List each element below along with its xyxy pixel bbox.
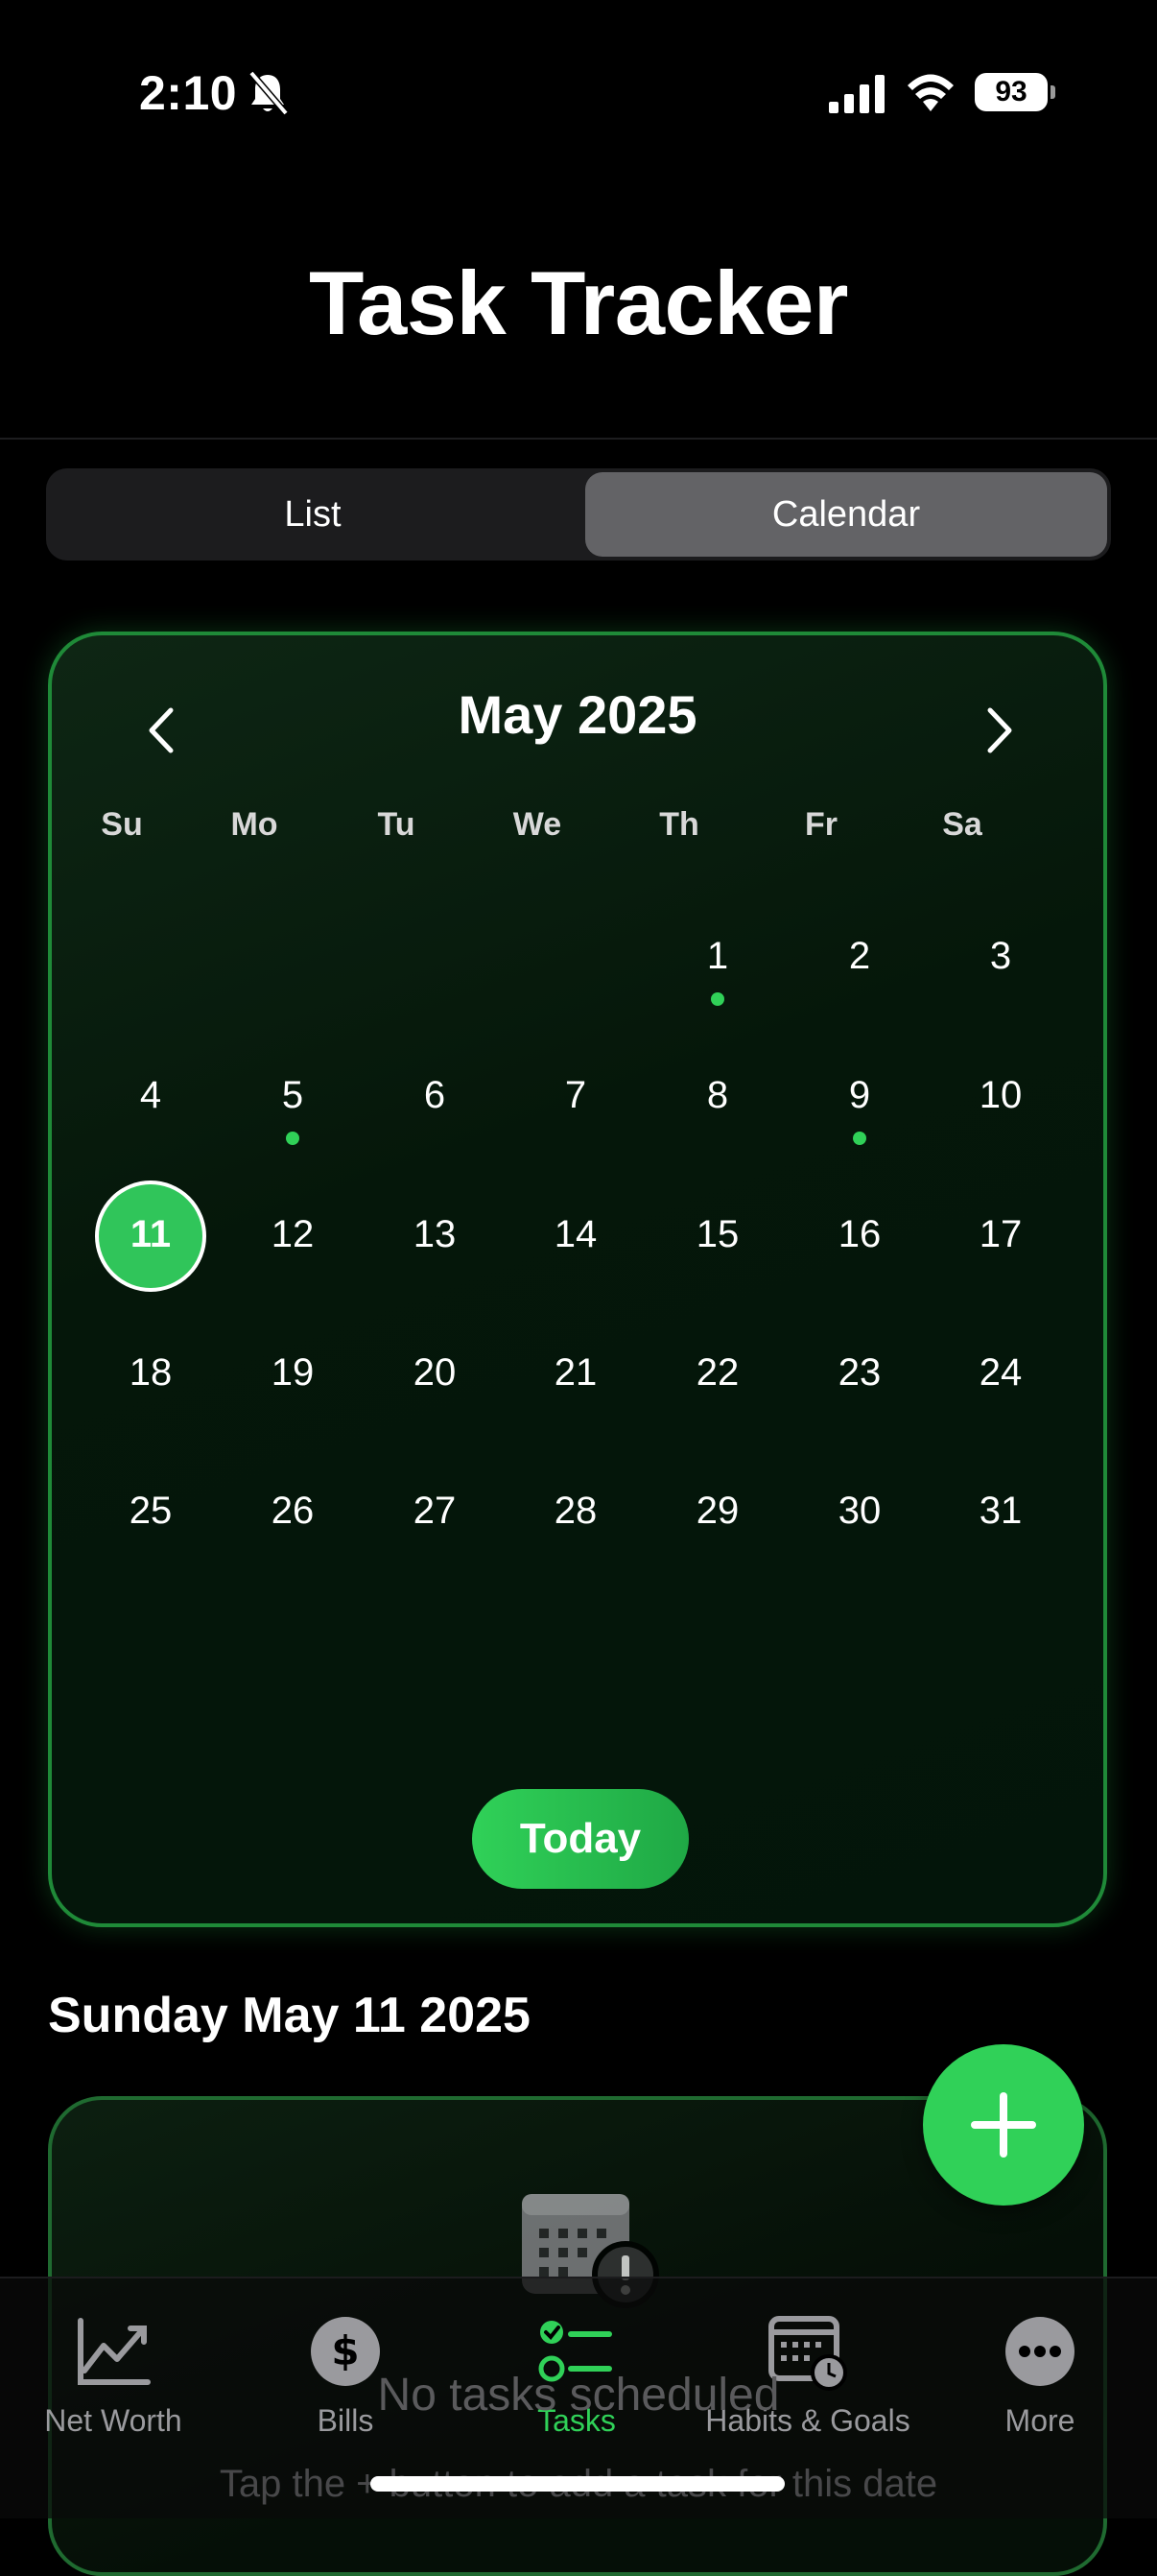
calendar-day[interactable]: 23 bbox=[802, 1351, 917, 1395]
weekday-header: Fr bbox=[805, 806, 838, 843]
calendar-day[interactable]: 5 bbox=[235, 1074, 350, 1117]
calendar-card: May 2025 Su Mo Tu We Th Fr Sa 1 2 3 4 5 6 7 8 9 10 11 12 13… bbox=[48, 632, 1107, 1927]
task-indicator-dot bbox=[711, 992, 724, 1006]
calendar-day[interactable]: 6 bbox=[377, 1074, 492, 1117]
calendar-day[interactable]: 3 bbox=[943, 935, 1058, 978]
calendar-day[interactable]: 18 bbox=[93, 1351, 208, 1395]
battery-level: 93 bbox=[975, 73, 1048, 111]
calendar-view-tab[interactable]: Calendar bbox=[585, 472, 1107, 557]
calendar-day[interactable]: 20 bbox=[377, 1351, 492, 1395]
calendar-day[interactable]: 26 bbox=[235, 1490, 350, 1533]
weekday-header: Su bbox=[101, 806, 143, 843]
calendar-day[interactable]: 24 bbox=[943, 1351, 1058, 1395]
add-task-button[interactable] bbox=[923, 2044, 1084, 2206]
empty-state-title: No tasks scheduled bbox=[377, 2370, 780, 2421]
list-view-tab[interactable]: List bbox=[50, 472, 576, 557]
today-button[interactable]: Today bbox=[472, 1789, 689, 1889]
calendar-day[interactable]: 2 bbox=[802, 935, 917, 978]
cellular-signal-icon bbox=[829, 75, 885, 113]
month-title: May 2025 bbox=[458, 684, 697, 745]
calendar-day[interactable]: 19 bbox=[235, 1351, 350, 1395]
calendar-day[interactable]: 27 bbox=[377, 1490, 492, 1533]
battery-indicator: 93 bbox=[975, 73, 1055, 115]
view-toggle: List Calendar bbox=[46, 468, 1111, 561]
weekday-header: Tu bbox=[377, 806, 415, 843]
calendar-day[interactable]: 16 bbox=[802, 1213, 917, 1256]
page-title: Task Tracker bbox=[309, 252, 848, 353]
svg-text:$: $ bbox=[331, 2327, 359, 2374]
selected-date-heading: Sunday May 11 2025 bbox=[48, 1988, 531, 2043]
status-bar: 2:10 93 bbox=[0, 0, 1157, 192]
home-indicator bbox=[370, 2476, 785, 2492]
calendar-day[interactable]: 25 bbox=[93, 1490, 208, 1533]
bell-slash-icon bbox=[248, 70, 289, 116]
calendar-day[interactable]: 28 bbox=[518, 1490, 633, 1533]
calendar-day[interactable]: 9 bbox=[802, 1074, 917, 1117]
wifi-icon bbox=[908, 74, 954, 111]
task-indicator-dot bbox=[286, 1132, 299, 1145]
calendar-day[interactable]: 21 bbox=[518, 1351, 633, 1395]
calendar-day[interactable]: 31 bbox=[943, 1490, 1058, 1533]
calendar-day[interactable]: 1 bbox=[660, 935, 775, 978]
weekday-header: Sa bbox=[942, 806, 982, 843]
calendar-day[interactable]: 30 bbox=[802, 1490, 917, 1533]
calendar-day[interactable]: 15 bbox=[660, 1213, 775, 1256]
calendar-day[interactable]: 29 bbox=[660, 1490, 775, 1533]
calendar-day[interactable]: 14 bbox=[518, 1213, 633, 1256]
weekday-header: We bbox=[512, 806, 562, 843]
calendar-day[interactable]: 8 bbox=[660, 1074, 775, 1117]
calendar-day[interactable]: 4 bbox=[93, 1074, 208, 1117]
calendar-day[interactable]: 22 bbox=[660, 1351, 775, 1395]
weekday-header: Th bbox=[659, 806, 699, 843]
chevron-right-icon[interactable] bbox=[965, 697, 1032, 764]
calendar-day[interactable]: 7 bbox=[518, 1074, 633, 1117]
calendar-day[interactable]: 11 bbox=[93, 1213, 208, 1256]
header-divider bbox=[0, 438, 1157, 440]
calendar-day[interactable]: 12 bbox=[235, 1213, 350, 1256]
task-indicator-dot bbox=[853, 1132, 866, 1145]
calendar-day[interactable]: 13 bbox=[377, 1213, 492, 1256]
status-time: 2:10 bbox=[139, 66, 238, 120]
calendar-day[interactable]: 17 bbox=[943, 1213, 1058, 1256]
battery-nub bbox=[1051, 85, 1055, 99]
plus-icon bbox=[971, 2092, 1036, 2158]
calendar-day[interactable]: 10 bbox=[943, 1074, 1058, 1117]
weekday-header: Mo bbox=[230, 806, 278, 843]
